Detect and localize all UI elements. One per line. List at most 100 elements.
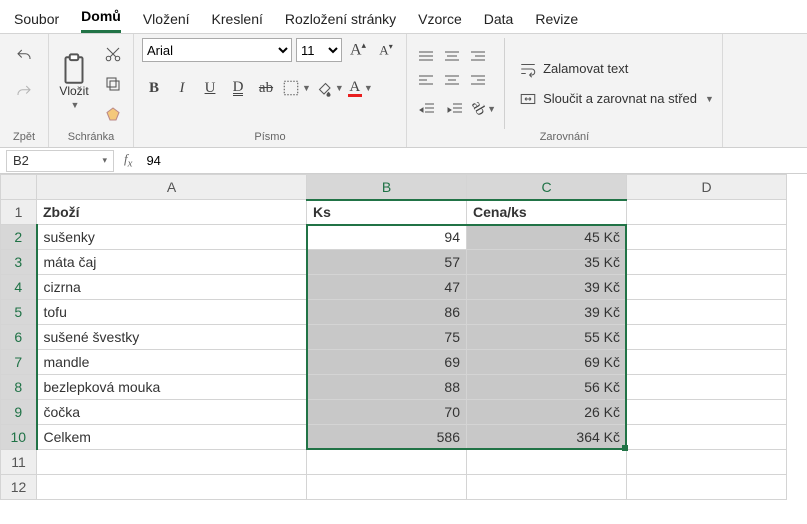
tab-vložení[interactable]: Vložení	[143, 11, 190, 33]
row-header-9[interactable]: 9	[1, 400, 37, 425]
align-center-button[interactable]	[441, 71, 463, 91]
cell-C9[interactable]: 26 Kč	[467, 400, 627, 425]
strikethrough-button[interactable]: ab	[254, 76, 278, 100]
cell-A4[interactable]: cizrna	[37, 275, 307, 300]
formula-input[interactable]	[142, 150, 807, 172]
paste-button[interactable]	[57, 58, 91, 82]
select-all-corner[interactable]	[1, 175, 37, 200]
tab-domů[interactable]: Domů	[81, 8, 121, 33]
fill-color-button[interactable]: ▼	[315, 76, 344, 100]
row-header-6[interactable]: 6	[1, 325, 37, 350]
cell-A11[interactable]	[37, 450, 307, 475]
col-header-B[interactable]: B	[307, 175, 467, 200]
cell-D9[interactable]	[627, 400, 787, 425]
font-name-select[interactable]: Arial	[142, 38, 292, 62]
paste-menu-caret[interactable]: ▼	[71, 100, 80, 110]
row-header-7[interactable]: 7	[1, 350, 37, 375]
row-header-5[interactable]: 5	[1, 300, 37, 325]
row-header-11[interactable]: 11	[1, 450, 37, 475]
cell-C10[interactable]: 364 Kč	[467, 425, 627, 450]
col-header-A[interactable]: A	[37, 175, 307, 200]
row-header-1[interactable]: 1	[1, 200, 37, 225]
decrease-indent-button[interactable]	[415, 97, 439, 121]
cell-D12[interactable]	[627, 475, 787, 500]
cell-C5[interactable]: 39 Kč	[467, 300, 627, 325]
cell-A7[interactable]: mandle	[37, 350, 307, 375]
decrease-font-button[interactable]: A▾	[374, 38, 398, 62]
cell-A2[interactable]: sušenky	[37, 225, 307, 250]
align-top-center-button[interactable]	[441, 47, 463, 67]
cell-D8[interactable]	[627, 375, 787, 400]
double-underline-button[interactable]: D	[226, 76, 250, 100]
cell-C2[interactable]: 45 Kč	[467, 225, 627, 250]
cell-C8[interactable]: 56 Kč	[467, 375, 627, 400]
cell-A10[interactable]: Celkem	[37, 425, 307, 450]
increase-font-button[interactable]: A▴	[346, 38, 370, 62]
tab-data[interactable]: Data	[484, 11, 514, 33]
row-header-2[interactable]: 2	[1, 225, 37, 250]
font-size-select[interactable]: 11	[296, 38, 342, 62]
row-header-10[interactable]: 10	[1, 425, 37, 450]
cell-B11[interactable]	[307, 450, 467, 475]
cell-A5[interactable]: tofu	[37, 300, 307, 325]
row-header-4[interactable]: 4	[1, 275, 37, 300]
cell-B4[interactable]: 47	[307, 275, 467, 300]
cell-B5[interactable]: 86	[307, 300, 467, 325]
cell-C11[interactable]	[467, 450, 627, 475]
orientation-button[interactable]: ab▼	[471, 97, 496, 121]
cell-A12[interactable]	[37, 475, 307, 500]
wrap-text-button[interactable]: Zalamovat text	[519, 60, 714, 78]
cell-D7[interactable]	[627, 350, 787, 375]
cell-A9[interactable]: čočka	[37, 400, 307, 425]
cell-D11[interactable]	[627, 450, 787, 475]
cell-C3[interactable]: 35 Kč	[467, 250, 627, 275]
name-box[interactable]: B2▾	[6, 150, 114, 172]
tab-vzorce[interactable]: Vzorce	[418, 11, 462, 33]
spreadsheet-grid[interactable]: ABCD 1ZbožíKsCena/ks 2sušenky 9 4 45 Kč 3máta…	[0, 174, 807, 500]
italic-button[interactable]: I	[170, 76, 194, 100]
tab-soubor[interactable]: Soubor	[14, 11, 59, 33]
col-header-D[interactable]: D	[627, 175, 787, 200]
cell-B7[interactable]: 69	[307, 350, 467, 375]
undo-button[interactable]	[12, 44, 36, 68]
cell-D5[interactable]	[627, 300, 787, 325]
cell-C7[interactable]: 69 Kč	[467, 350, 627, 375]
tab-kreslení[interactable]: Kreslení	[212, 11, 263, 33]
cut-button[interactable]	[101, 42, 125, 66]
row-header-3[interactable]: 3	[1, 250, 37, 275]
cell-B8[interactable]: 88	[307, 375, 467, 400]
row-header-12[interactable]: 12	[1, 475, 37, 500]
cell-D4[interactable]	[627, 275, 787, 300]
fx-icon[interactable]: fx	[114, 151, 142, 170]
cell-A3[interactable]: máta čaj	[37, 250, 307, 275]
align-right-button[interactable]	[467, 71, 489, 91]
tab-rozložení stránky[interactable]: Rozložení stránky	[285, 11, 396, 33]
underline-button[interactable]: U	[198, 76, 222, 100]
cell-C6[interactable]: 55 Kč	[467, 325, 627, 350]
merge-center-button[interactable]: Sloučit a zarovnat na střed ▼	[519, 90, 714, 108]
cell-D1[interactable]	[627, 200, 787, 225]
cell-D2[interactable]	[627, 225, 787, 250]
cell-B1[interactable]: Ks	[307, 200, 467, 225]
col-header-C[interactable]: C	[467, 175, 627, 200]
cell-B6[interactable]: 75	[307, 325, 467, 350]
cell-D10[interactable]	[627, 425, 787, 450]
row-header-8[interactable]: 8	[1, 375, 37, 400]
cell-A1[interactable]: Zboží	[37, 200, 307, 225]
cell-C1[interactable]: Cena/ks	[467, 200, 627, 225]
align-top-right-button[interactable]	[467, 47, 489, 67]
cell-D6[interactable]	[627, 325, 787, 350]
cell-D3[interactable]	[627, 250, 787, 275]
font-color-button[interactable]: A▼	[348, 76, 373, 100]
cell-A8[interactable]: bezlepková mouka	[37, 375, 307, 400]
align-top-left-button[interactable]	[415, 47, 437, 67]
cell-B3[interactable]: 57	[307, 250, 467, 275]
copy-button[interactable]	[101, 72, 125, 96]
redo-button[interactable]	[12, 80, 36, 104]
cell-A6[interactable]: sušené švestky	[37, 325, 307, 350]
bold-button[interactable]: B	[142, 76, 166, 100]
align-left-button[interactable]	[415, 71, 437, 91]
cell-C12[interactable]	[467, 475, 627, 500]
cell-B12[interactable]	[307, 475, 467, 500]
cell-B10[interactable]: 586	[307, 425, 467, 450]
